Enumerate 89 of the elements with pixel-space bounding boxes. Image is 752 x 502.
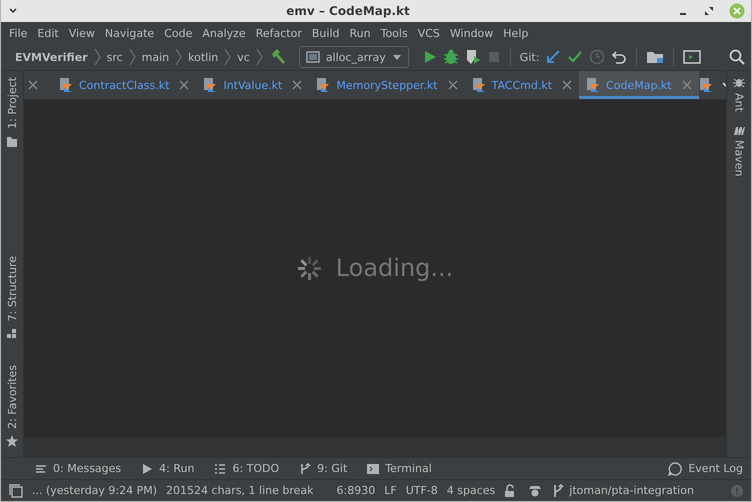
event-log-button[interactable]: Event Log [668,462,743,476]
ant-icon [733,77,745,89]
menu-item[interactable]: VCS [418,26,440,40]
chevron-right-icon [175,48,182,66]
menu-item[interactable]: Analyze [202,26,246,40]
tool-window-button[interactable]: 1: Project [6,71,18,153]
menu-item[interactable]: Help [503,26,528,40]
breadcrumb[interactable]: kotlin [188,50,218,64]
editor-tab[interactable]: IntValue.kt [196,71,310,99]
close-icon[interactable] [682,80,692,90]
status-item[interactable]: LF [384,484,397,497]
speech-bubble-icon [668,462,682,476]
editor-tab[interactable]: ContractClass.kt [52,71,196,99]
restore-icon[interactable] [703,5,715,17]
status-item[interactable]: UTF-8 [406,484,438,497]
menu-item[interactable]: Window [450,26,494,40]
tool-window-button[interactable]: 9: Git [299,462,348,475]
kotlin-file-icon [586,77,600,93]
run-icon [141,462,154,474]
menu-item[interactable]: Code [164,26,192,40]
tool-window-button[interactable]: 4: Run [141,462,194,475]
window-icon [306,51,320,63]
menu-item[interactable]: Edit [37,26,59,40]
tool-window-button[interactable]: Terminal [367,462,432,475]
editor-tab[interactable]: CodeMap.kt [579,71,699,99]
star-icon [6,435,18,447]
chevron-right-icon [128,48,136,66]
status-item: ... (yesterday 9:24 PM) [32,484,158,497]
chevron-right-icon [94,48,101,66]
editor-tab[interactable]: MemoryStepper.kt [309,71,465,99]
copy-icon[interactable] [9,484,23,498]
menu-item[interactable]: Navigate [104,26,154,40]
status-item[interactable]: 4 spaces [446,484,496,497]
coverage-icon[interactable] [464,49,481,65]
chevron-right-icon [224,48,232,66]
git-branch-widget[interactable]: jtoman/pta-integration [552,484,694,498]
editor-tab[interactable]: TACCmd.kt [464,71,580,99]
tool-window-button[interactable]: 7: Structure [6,250,18,346]
kotlin-file-icon [698,77,713,93]
loading-message: Loading... [336,254,454,282]
todo-icon [214,462,226,474]
kotlin-file-icon [203,77,218,93]
tool-window-button[interactable]: Ant [732,71,746,118]
bug-icon[interactable] [442,49,459,65]
branch-icon [552,484,564,498]
git-icon [299,462,312,474]
window-title: emv – CodeMap.kt [285,4,411,18]
caret-icon [392,53,402,61]
tool-window-button[interactable]: 0: Messages [35,462,122,475]
kotlin-file-icon [472,77,486,93]
status-item[interactable]: 6:8930 [336,484,376,497]
menu-item[interactable]: Build [312,26,340,40]
chevron-right-icon [256,48,263,66]
run-configuration-dropdown[interactable]: alloc_array [298,46,409,68]
close-icon[interactable] [179,80,190,90]
spinner-icon [296,256,322,280]
tool-window-button[interactable]: 6: TODO [214,462,280,475]
update-arrow-icon[interactable] [545,49,562,65]
tool-window-button[interactable]: Maven [732,118,746,182]
messages-icon [35,462,47,474]
breadcrumb[interactable]: vc [237,50,250,64]
menu-item[interactable]: Run [350,26,371,40]
menu-item[interactable]: View [68,26,95,40]
undo-icon[interactable] [611,49,628,65]
menu-item[interactable]: Refactor [256,26,302,40]
menu-item[interactable]: File [9,26,28,40]
terminal-icon [367,462,380,474]
inspector-icon[interactable] [527,484,544,498]
close-icon[interactable] [448,80,458,90]
close-icon[interactable] [562,80,572,90]
breadcrumb[interactable]: main [142,50,170,64]
search-icon[interactable] [729,49,745,65]
menu-item[interactable]: Tools [380,26,408,40]
close-icon[interactable] [28,80,38,90]
status-item: 201524 chars, 1 line break [166,484,314,497]
close-icon[interactable] [729,3,745,19]
folder-icon[interactable] [646,49,664,65]
checkmark-icon[interactable] [567,49,584,65]
structure-icon [6,327,18,340]
run-icon[interactable] [422,50,437,64]
folder-icon [6,134,18,147]
breadcrumb[interactable]: src [106,50,123,64]
terminal-window-icon[interactable] [683,49,702,65]
close-icon[interactable] [292,80,302,90]
breadcrumb[interactable]: EVMVerifier [15,50,88,64]
tool-window-button[interactable]: 2: Favorites [6,359,18,453]
git-label: Git: [520,50,540,64]
kotlin-file-icon [316,77,330,93]
kotlin-file-icon [59,77,73,93]
